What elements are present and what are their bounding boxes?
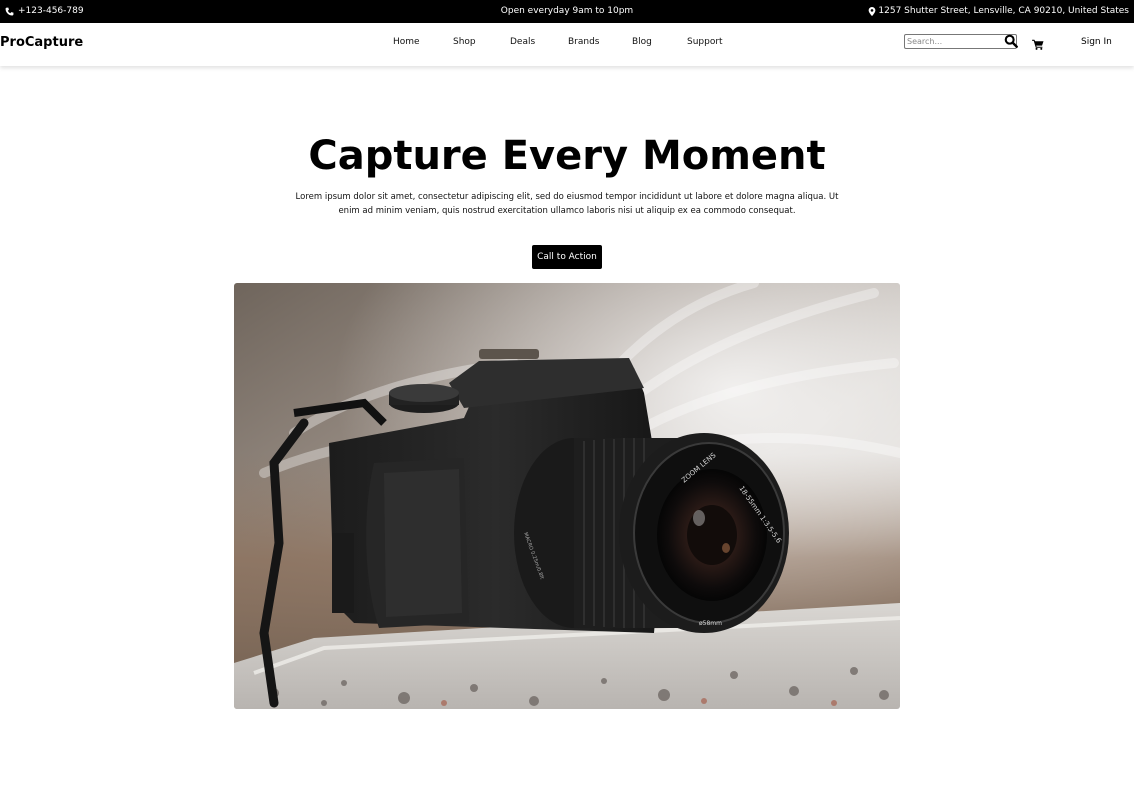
top-info-bar: +123-456-789 Open everyday 9am to 10pm 1… <box>0 0 1134 23</box>
call-to-action-button[interactable]: Call to Action <box>532 245 602 269</box>
nav-link-blog[interactable]: Blog <box>632 37 652 47</box>
shopping-cart-icon[interactable] <box>1032 35 1044 54</box>
nav-link-deals[interactable]: Deals <box>510 37 535 47</box>
dslr-camera-photo: ZOOM LENS 18-55mm 1:3.5-5.6 ø58mm MACRO … <box>234 283 900 709</box>
nav-link-support[interactable]: Support <box>687 37 723 47</box>
nav-link-home[interactable]: Home <box>393 37 420 47</box>
nav-link-brands[interactable]: Brands <box>568 37 600 47</box>
nav-link-shop[interactable]: Shop <box>453 37 476 47</box>
store-address: 1257 Shutter Street, Lensville, CA 90210… <box>868 6 1129 16</box>
search-icon[interactable] <box>1004 33 1018 52</box>
search-input[interactable] <box>904 34 1017 49</box>
sign-in-link[interactable]: Sign In <box>1081 37 1112 47</box>
address-text: 1257 Shutter Street, Lensville, CA 90210… <box>878 6 1129 16</box>
hero-description: Lorem ipsum dolor sit amet, consectetur … <box>295 192 839 216</box>
main-navbar: ProCapture Home Shop Deals Brands Blog S… <box>0 23 1134 66</box>
lens-marking-diameter: ø58mm <box>699 620 722 627</box>
map-marker-icon <box>868 6 876 16</box>
hero-title: Capture Every Moment <box>308 133 826 179</box>
